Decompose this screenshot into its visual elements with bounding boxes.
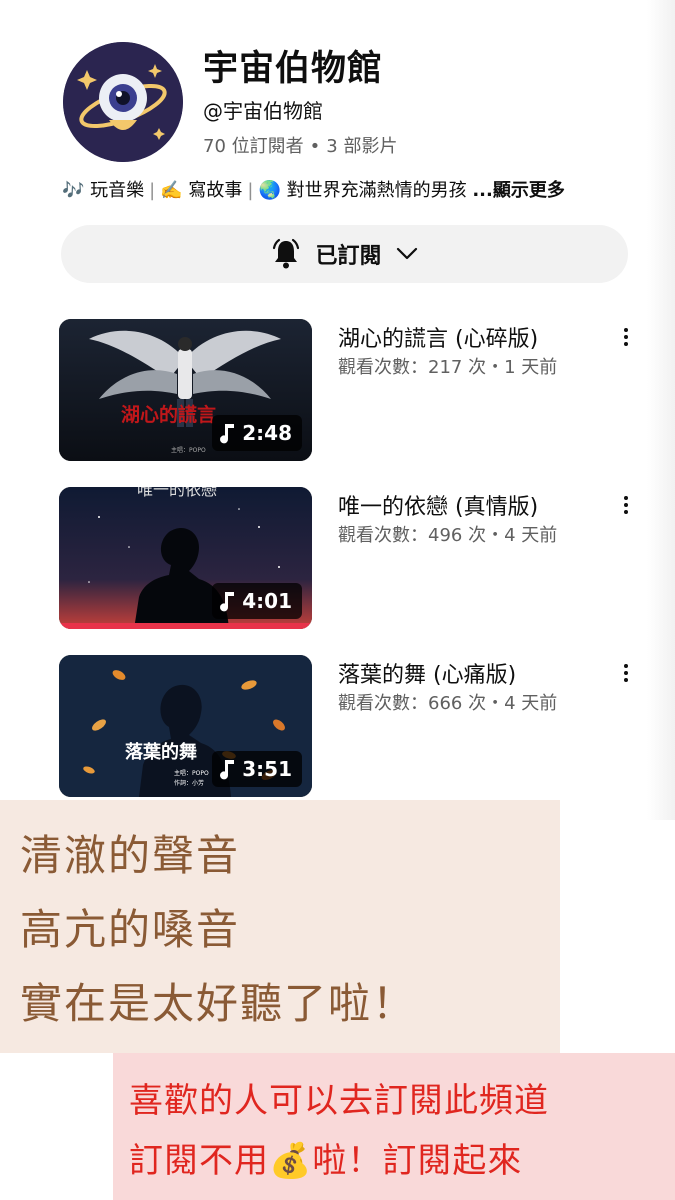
video-item[interactable]: 唯一的依戀 4:01 唯一的依戀 (真情版) 觀看次數：496 次・4 天前	[0, 487, 675, 637]
caption-line: 實在是太好聽了啦！	[20, 979, 417, 1028]
channel-avatar[interactable]	[63, 42, 183, 162]
subscriber-count: 70 位訂閱者	[203, 136, 304, 157]
thumbnail-credit-text: 主唱：POPO	[171, 446, 206, 454]
channel-description[interactable]: 🎶 玩音樂 | ✍️ 寫故事 | 🌏 對世界充滿熱情的男孩 ...顯示更多	[62, 176, 565, 202]
more-options-icon[interactable]	[614, 325, 638, 355]
caption-line: 高亢的嗓音	[20, 905, 241, 954]
duration-badge: 2:48	[212, 415, 302, 451]
desc-separator: |	[247, 180, 254, 201]
desc-item-music: 🎶 玩音樂	[62, 180, 145, 201]
subscribed-button[interactable]: 已訂閱	[61, 225, 628, 283]
more-options-icon[interactable]	[614, 661, 638, 691]
video-title[interactable]: 唯一的依戀 (真情版)	[338, 489, 538, 521]
cta-line: 訂閱不用💰啦！訂閱起來	[129, 1141, 523, 1181]
caption-line: 清澈的聲音	[20, 831, 241, 880]
thumbnail-credit-text: 作詞：小芳	[174, 779, 204, 787]
thumbnail-title-text: 湖心的謊言	[121, 403, 216, 426]
video-thumbnail[interactable]: 湖心的謊言 主唱：POPO 2:48	[59, 319, 312, 461]
thumbnail-title-text: 落葉的舞	[125, 741, 197, 763]
subscribe-cta-note: 喜歡的人可以去訂閱此頻道 訂閱不用💰啦！訂閱起來	[113, 1053, 675, 1200]
subscribed-label: 已訂閱	[315, 244, 382, 269]
video-meta: 觀看次數：666 次・4 天前	[338, 693, 558, 714]
duration-text: 2:48	[242, 421, 292, 445]
video-item[interactable]: 湖心的謊言 主唱：POPO 2:48 湖心的謊言 (心碎版) 觀看次數：217 …	[0, 319, 675, 469]
video-meta: 觀看次數：217 次・1 天前	[338, 357, 558, 378]
stats-dot: •	[309, 136, 321, 157]
duration-badge: 4:01	[212, 583, 302, 619]
planet-eye-logo-icon	[63, 42, 183, 162]
duration-text: 3:51	[242, 757, 292, 781]
show-more-link[interactable]: ...顯示更多	[472, 180, 565, 201]
caption-note: 清澈的聲音 高亢的嗓音 實在是太好聽了啦！	[0, 800, 560, 1053]
more-options-icon[interactable]	[614, 493, 638, 523]
chevron-down-icon	[396, 247, 417, 260]
music-note-icon	[220, 760, 235, 780]
thumbnail-credit-text: 主唱：POPO	[174, 769, 209, 777]
duration-badge: 3:51	[212, 751, 302, 787]
duration-text: 4:01	[242, 589, 292, 613]
music-note-icon	[220, 424, 235, 444]
video-title[interactable]: 湖心的謊言 (心碎版)	[338, 321, 538, 353]
video-thumbnail[interactable]: 唯一的依戀 4:01	[59, 487, 312, 629]
cta-line: 喜歡的人可以去訂閱此頻道	[129, 1081, 549, 1121]
video-count: 3 部影片	[326, 136, 398, 157]
desc-item-stories: ✍️ 寫故事	[160, 180, 243, 201]
channel-name: 宇宙伯物館	[203, 49, 384, 89]
video-item[interactable]: 落葉的舞 主唱：POPO 作詞：小芳 3:51 落葉的舞 (心痛版) 觀看次數：…	[0, 655, 675, 805]
bell-icon	[273, 238, 300, 269]
thumbnail-title-text: 唯一的依戀	[137, 487, 217, 499]
video-thumbnail[interactable]: 落葉的舞 主唱：POPO 作詞：小芳 3:51	[59, 655, 312, 797]
video-title[interactable]: 落葉的舞 (心痛版)	[338, 657, 516, 689]
desc-separator: |	[149, 180, 156, 201]
channel-stats: 70 位訂閱者 • 3 部影片	[203, 132, 397, 158]
desc-item-passion: 🌏 對世界充滿熱情的男孩	[258, 180, 467, 201]
music-note-icon	[220, 592, 235, 612]
channel-handle: @宇宙伯物館	[203, 99, 323, 123]
video-meta: 觀看次數：496 次・4 天前	[338, 525, 558, 546]
